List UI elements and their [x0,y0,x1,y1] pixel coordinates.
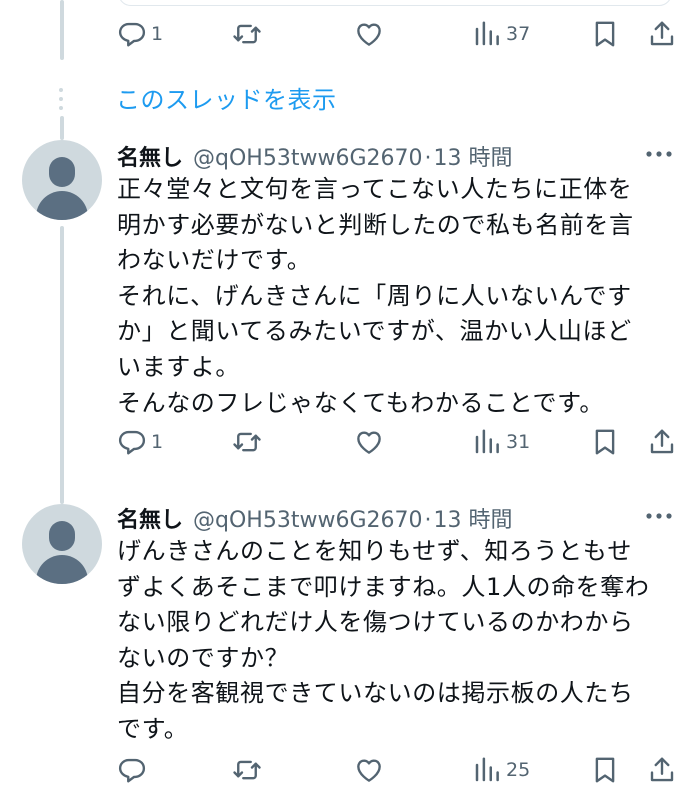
views-icon [475,757,499,782]
user-handle[interactable]: @qOH53tww6G2670 [193,508,422,533]
avatar-default-icon [49,521,75,551]
bookmark-icon [595,21,615,47]
retweet-button[interactable] [232,422,266,462]
views-button[interactable]: 25 [472,750,530,790]
timestamp[interactable]: 13 時間 [433,140,512,172]
tweet-text: 正々堂々と文句を言ってこない人たちに正体を 明かす必要がないと判断したので私も名… [117,175,634,417]
more-icon[interactable] [643,506,675,526]
avatar[interactable] [22,140,102,220]
bookmark-button[interactable] [590,750,620,790]
views-button[interactable]: 31 [472,422,530,462]
share-icon [650,429,674,454]
tweet-text: げんきさんのことを知りもせず、知ろうともせ ずよくあそこまで叩けますね。人1人の… [117,537,650,743]
avatar-default-icon [49,157,75,187]
like-button[interactable] [354,750,388,790]
retweet-icon [233,432,261,452]
views-icon [475,21,499,46]
views-count: 37 [506,23,531,45]
tweet-actions: 1 31 [0,422,697,462]
bookmark-icon [595,757,615,783]
like-button[interactable] [354,422,388,462]
quoted-card-edge [118,0,672,6]
views-button[interactable]: 37 [472,14,530,54]
retweet-icon [233,760,261,780]
timestamp[interactable]: 13 時間 [433,502,512,534]
reply-count: 1 [151,23,164,45]
show-thread-link[interactable]: このスレッドを表示 [116,80,337,115]
share-button[interactable] [647,14,677,54]
top-tweet-actions: 1 37 [0,14,697,54]
retweet-button[interactable] [232,750,266,790]
like-icon [357,759,381,782]
like-icon [357,431,381,454]
bookmark-button[interactable] [590,422,620,462]
reply-button[interactable]: 1 [117,14,163,54]
retweet-button[interactable] [232,14,266,54]
thread-line [60,116,64,140]
share-button[interactable] [647,422,677,462]
views-icon [475,429,499,454]
thread-gap-dots [58,88,64,115]
bookmark-icon [595,429,615,455]
reply-icon [118,430,146,455]
views-count: 31 [506,431,531,453]
like-icon [357,23,381,46]
display-name[interactable]: 名無し [117,140,183,172]
reply-icon [118,758,146,783]
header-separator: · [424,146,432,171]
reply-count: 1 [151,431,164,453]
reply-button[interactable] [117,750,151,790]
more-icon[interactable] [643,144,675,164]
share-icon [650,757,674,782]
share-button[interactable] [647,750,677,790]
thread-line [60,470,64,504]
reply-button[interactable]: 1 [117,422,163,462]
tweet-header: 名無し @qOH53tww6G2670 · 13 時間 [117,140,512,172]
bookmark-button[interactable] [590,14,620,54]
share-icon [650,21,674,46]
retweet-icon [233,24,261,44]
tweet-header: 名無し @qOH53tww6G2670 · 13 時間 [117,502,512,534]
display-name[interactable]: 名無し [117,502,183,534]
like-button[interactable] [354,14,388,54]
header-separator: · [424,508,432,533]
reply-icon [118,22,146,47]
user-handle[interactable]: @qOH53tww6G2670 [193,146,422,171]
avatar[interactable] [22,504,102,584]
tweet-actions: 25 [0,750,697,790]
views-count: 25 [506,759,531,781]
